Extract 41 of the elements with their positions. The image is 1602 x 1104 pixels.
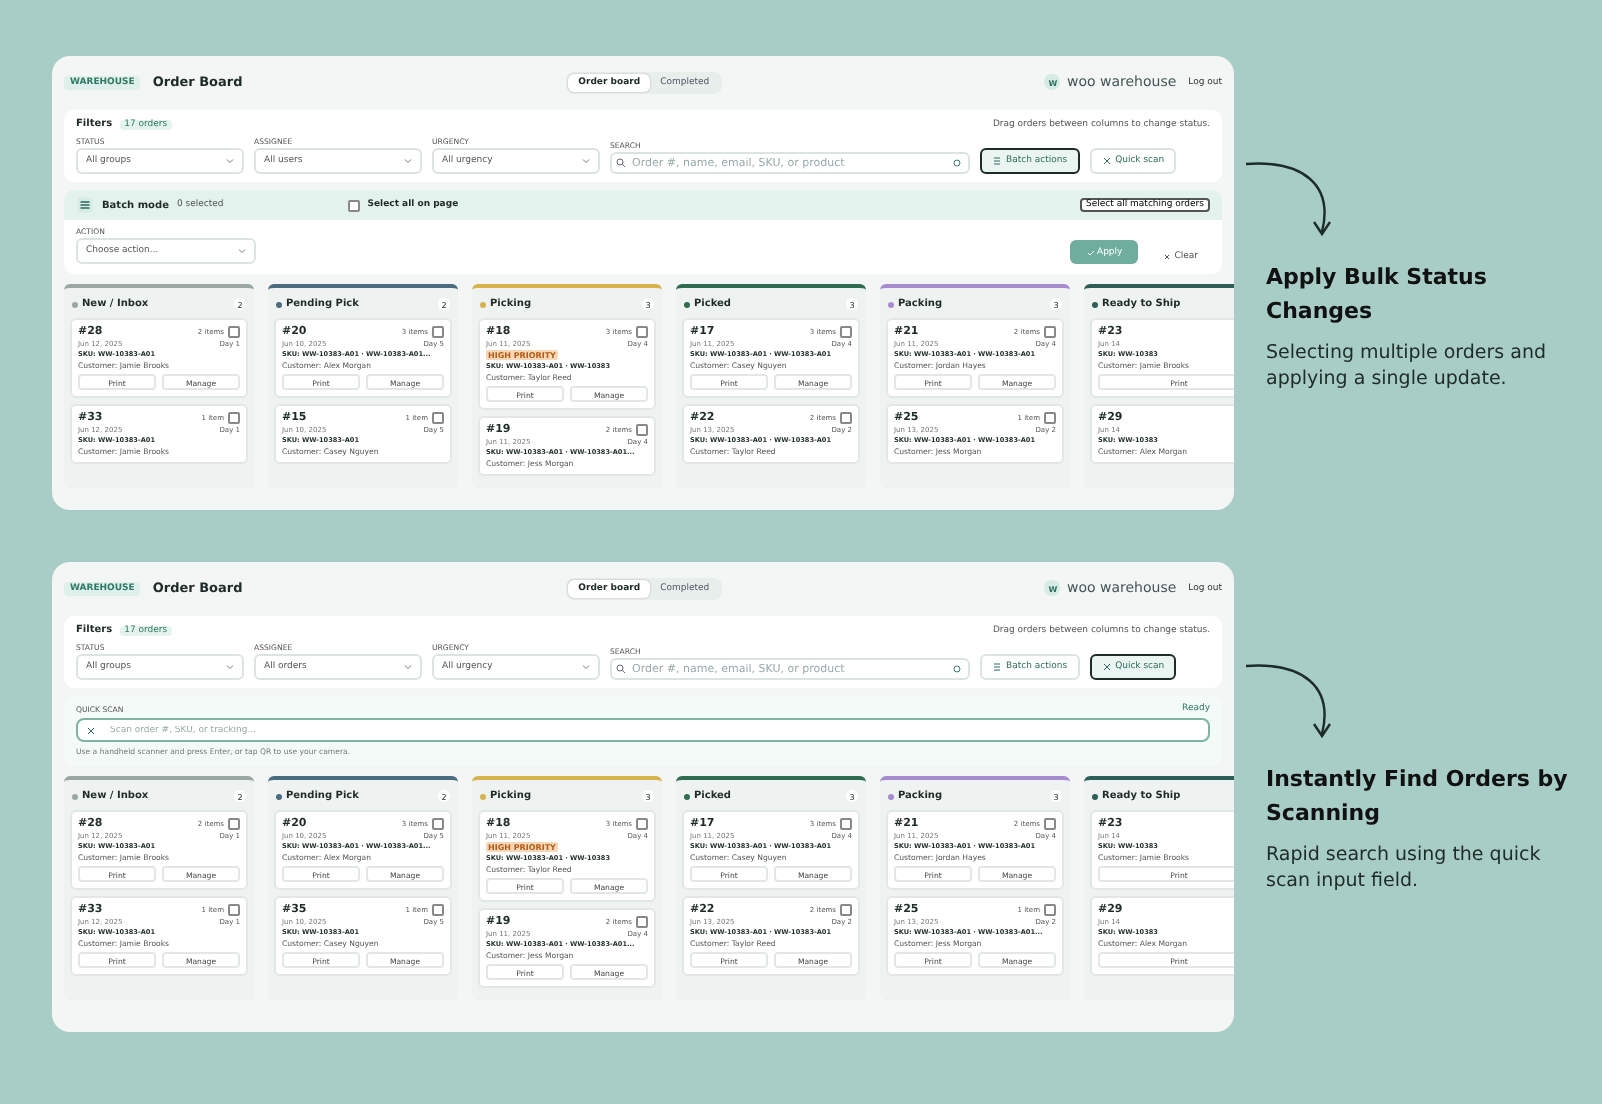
order-checkbox[interactable]: [228, 326, 240, 338]
close-icon[interactable]: [86, 725, 96, 735]
order-checkbox[interactable]: [1044, 412, 1056, 424]
caption-title: Apply Bulk Status Changes: [1266, 262, 1489, 329]
order-checkbox[interactable]: [636, 818, 648, 830]
order-checkbox[interactable]: [636, 326, 648, 338]
chevron-icon: [404, 158, 412, 164]
order-checkbox[interactable]: [840, 818, 852, 830]
caption-title: Instantly Find Orders by Scanning: [1266, 764, 1570, 831]
order-checkbox[interactable]: [228, 818, 240, 830]
chevron-icon: [582, 158, 590, 164]
order-checkbox[interactable]: [840, 412, 852, 424]
close-icon: [1162, 252, 1173, 262]
order-checkbox[interactable]: [432, 326, 444, 338]
chevron-icon: [226, 158, 234, 164]
select-page-checkbox[interactable]: [347, 199, 360, 211]
order-checkbox[interactable]: [1044, 326, 1056, 338]
chevron-icon: [582, 664, 590, 670]
list-icon: [992, 662, 1002, 672]
order-checkbox[interactable]: [636, 424, 648, 436]
chevron-icon: [238, 248, 246, 254]
chevron-icon: [226, 664, 234, 670]
order-checkbox[interactable]: [840, 904, 852, 916]
list-icon: [992, 156, 1002, 166]
order-checkbox[interactable]: [432, 818, 444, 830]
order-checkbox[interactable]: [228, 904, 240, 916]
caption-text: Rapid search using the quick scan input field.: [1266, 842, 1543, 896]
order-checkbox[interactable]: [432, 904, 444, 916]
close-icon: [1101, 662, 1112, 672]
order-checkbox[interactable]: [432, 412, 444, 424]
order-checkbox[interactable]: [1044, 904, 1056, 916]
chevron-icon: [404, 664, 412, 670]
order-checkbox[interactable]: [636, 916, 648, 928]
list-icon: [76, 196, 94, 214]
order-checkbox[interactable]: [1044, 818, 1056, 830]
search-icon: [616, 158, 626, 168]
caption-text: Selecting multiple orders and applying a single update.: [1266, 340, 1549, 394]
search-icon: [616, 664, 626, 674]
order-checkbox[interactable]: [228, 412, 240, 424]
close-icon: [1101, 156, 1112, 166]
order-checkbox[interactable]: [840, 326, 852, 338]
